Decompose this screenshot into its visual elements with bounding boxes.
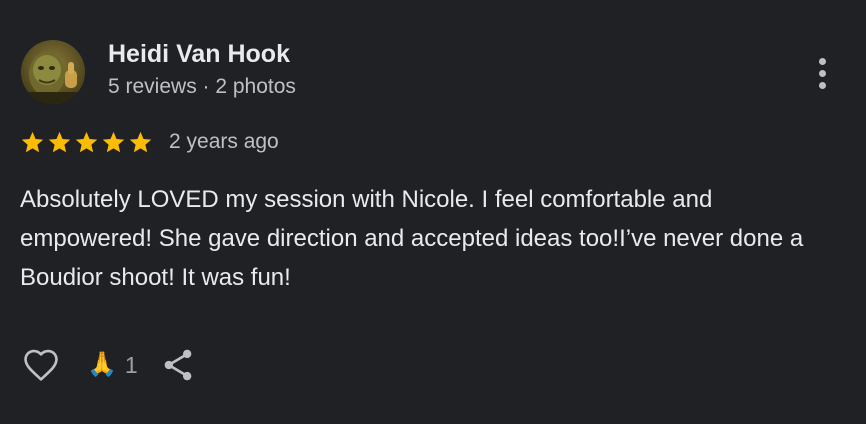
star-icon [102, 131, 125, 152]
star-icon [21, 131, 44, 152]
share-icon [164, 349, 192, 381]
review-text: Absolutely LOVED my session with Nicole.… [20, 186, 804, 291]
review-card: Heidi Van Hook 5 reviews · 2 photos 2 ye… [0, 0, 866, 424]
star-icon [48, 131, 71, 152]
heart-outline-icon [24, 349, 58, 381]
like-button[interactable] [20, 345, 62, 385]
rating-row: 2 years ago [20, 127, 279, 157]
more-options-button[interactable] [806, 52, 838, 94]
reaction-count: 1 [124, 351, 138, 378]
reviewer-meta: 5 reviews · 2 photos [108, 75, 296, 98]
star-icon [75, 131, 98, 152]
review-actions: 🙏 1 [20, 345, 196, 385]
more-vertical-icon-dot [818, 81, 826, 89]
star-icon [129, 131, 152, 152]
avatar-image [21, 40, 85, 104]
star-rating [20, 130, 153, 155]
reviewer-name[interactable]: Heidi Van Hook [108, 40, 290, 69]
reaction-button[interactable]: 🙏 1 [87, 352, 138, 379]
review-time: 2 years ago [169, 130, 279, 153]
more-vertical-icon [818, 57, 826, 65]
more-vertical-icon-dot [818, 69, 826, 77]
share-button[interactable] [160, 345, 196, 385]
reviewer-avatar[interactable] [21, 40, 85, 104]
folded-hands-icon: 🙏 [87, 351, 117, 378]
